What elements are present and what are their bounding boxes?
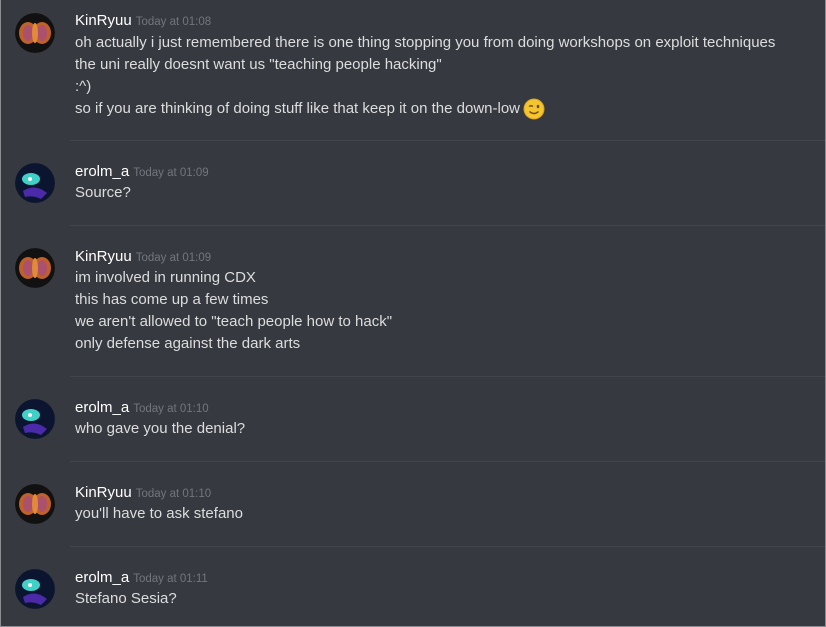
- timestamp[interactable]: Today at 01:09: [136, 252, 211, 264]
- username[interactable]: erolm_a: [75, 569, 129, 586]
- username[interactable]: KinRyuu: [75, 484, 132, 501]
- message-text: who gave you the denial?: [75, 420, 246, 437]
- message-text: Stefano Sesia?: [75, 590, 177, 607]
- username[interactable]: erolm_a: [75, 163, 129, 180]
- message-text: so if you are thinking of doing stuff li…: [75, 99, 520, 117]
- message-group: erolm_a Today at 01:11 Stefano Sesia?: [0, 547, 826, 627]
- message-group: KinRyuu Today at 01:09 im involved in run…: [0, 226, 826, 376]
- message-group: erolm_a Today at 01:10 who gave you the d…: [0, 377, 826, 462]
- timestamp[interactable]: Today at 01:11: [133, 573, 208, 585]
- winking-face-emoji: [523, 98, 545, 120]
- kinryuu-avatar[interactable]: [15, 484, 55, 524]
- message-text: im involved in running CDX: [75, 269, 256, 286]
- message-text: oh actually i just remembered there is o…: [75, 34, 776, 51]
- username[interactable]: KinRyuu: [75, 12, 132, 29]
- kinryuu-avatar[interactable]: [15, 13, 55, 53]
- message-group: KinRyuu Today at 01:08 oh actually i just…: [0, 0, 826, 141]
- message-text: :^): [75, 78, 92, 95]
- timestamp[interactable]: Today at 01:09: [133, 167, 208, 179]
- timestamp[interactable]: Today at 01:08: [136, 16, 211, 28]
- username[interactable]: erolm_a: [75, 399, 129, 416]
- message-text: we aren't allowed to "teach people how t…: [75, 313, 393, 330]
- message-group: erolm_a Today at 01:09 Source?: [0, 141, 826, 226]
- erolm-avatar[interactable]: [15, 163, 55, 203]
- timestamp[interactable]: Today at 01:10: [136, 488, 211, 500]
- message-text: this has come up a few times: [75, 291, 269, 308]
- kinryuu-avatar[interactable]: [15, 248, 55, 288]
- message-text-with-emoji: so if you are thinking of doing stuff li…: [75, 98, 545, 120]
- message-text: you'll have to ask stefano: [75, 505, 243, 522]
- timestamp[interactable]: Today at 01:10: [133, 403, 208, 415]
- message-group: KinRyuu Today at 01:10 you'll have to ask…: [0, 462, 826, 547]
- username[interactable]: KinRyuu: [75, 248, 132, 265]
- erolm-avatar[interactable]: [15, 569, 55, 609]
- message-text: only defense against the dark arts: [75, 335, 301, 352]
- message-text: Source?: [75, 184, 131, 201]
- message-text: the uni really doesnt want us "teaching …: [75, 56, 442, 73]
- erolm-avatar[interactable]: [15, 399, 55, 439]
